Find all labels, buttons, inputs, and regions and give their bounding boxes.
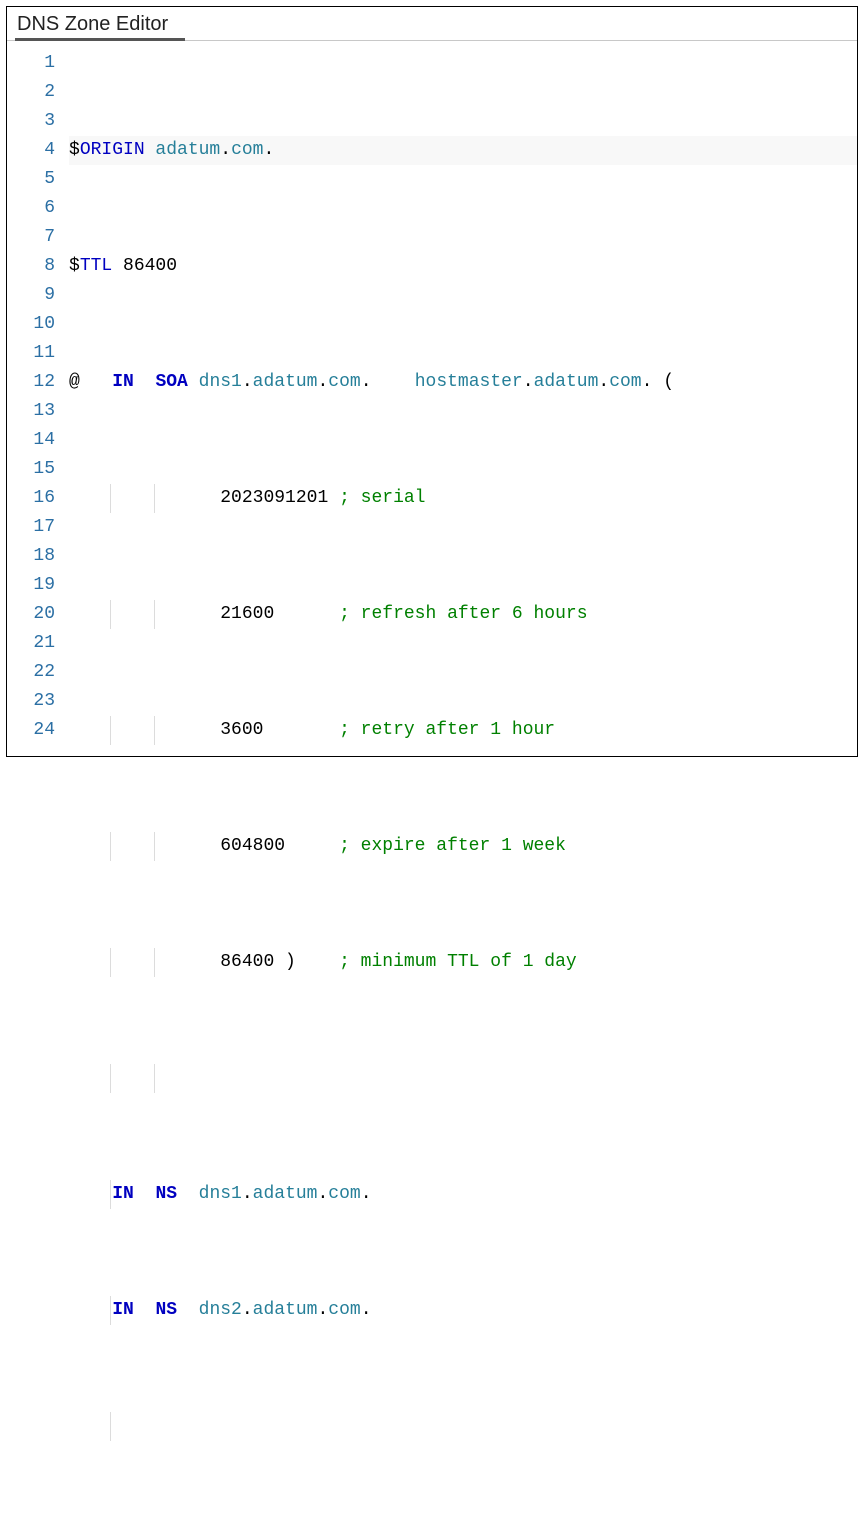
line-number: 18 xyxy=(7,542,55,571)
line-number: 17 xyxy=(7,513,55,542)
code-line[interactable]: 3600 ; retry after 1 hour xyxy=(69,716,857,745)
line-number: 13 xyxy=(7,397,55,426)
line-number: 9 xyxy=(7,281,55,310)
line-number: 20 xyxy=(7,600,55,629)
code-line[interactable]: IN NS dns1.adatum.com. xyxy=(69,1180,857,1209)
line-number: 2 xyxy=(7,78,55,107)
code-area[interactable]: $ORIGIN adatum.com. $TTL 86400 @ IN SOA … xyxy=(69,49,857,1526)
line-number: 1 xyxy=(7,49,55,78)
line-number: 23 xyxy=(7,687,55,716)
line-number: 15 xyxy=(7,455,55,484)
line-number: 10 xyxy=(7,310,55,339)
window-title-bar: DNS Zone Editor xyxy=(7,7,857,41)
code-editor[interactable]: 123456789101112131415161718192021222324 … xyxy=(7,41,857,1526)
line-number-gutter: 123456789101112131415161718192021222324 xyxy=(7,49,69,1526)
line-number: 12 xyxy=(7,368,55,397)
line-number: 24 xyxy=(7,716,55,745)
line-number: 4 xyxy=(7,136,55,165)
code-line[interactable]: 21600 ; refresh after 6 hours xyxy=(69,600,857,629)
line-number: 5 xyxy=(7,165,55,194)
line-number: 11 xyxy=(7,339,55,368)
line-number: 16 xyxy=(7,484,55,513)
code-line[interactable]: $TTL 86400 xyxy=(69,252,857,281)
code-line[interactable]: 2023091201 ; serial xyxy=(69,484,857,513)
editor-window: DNS Zone Editor 123456789101112131415161… xyxy=(6,6,858,757)
code-line[interactable]: 604800 ; expire after 1 week xyxy=(69,832,857,861)
line-number: 6 xyxy=(7,194,55,223)
line-number: 21 xyxy=(7,629,55,658)
line-number: 14 xyxy=(7,426,55,455)
code-line[interactable]: IN NS dns2.adatum.com. xyxy=(69,1296,857,1325)
line-number: 3 xyxy=(7,107,55,136)
line-number: 8 xyxy=(7,252,55,281)
line-number: 22 xyxy=(7,658,55,687)
code-line[interactable] xyxy=(69,1412,857,1441)
code-line[interactable] xyxy=(69,1064,857,1093)
code-line[interactable]: 86400 ) ; minimum TTL of 1 day xyxy=(69,948,857,977)
line-number: 19 xyxy=(7,571,55,600)
line-number: 7 xyxy=(7,223,55,252)
window-title: DNS Zone Editor xyxy=(17,13,168,35)
active-tab-underline xyxy=(15,38,185,41)
code-line[interactable]: @ IN SOA dns1.adatum.com. hostmaster.ada… xyxy=(69,368,857,397)
code-line[interactable]: $ORIGIN adatum.com. xyxy=(69,136,857,165)
